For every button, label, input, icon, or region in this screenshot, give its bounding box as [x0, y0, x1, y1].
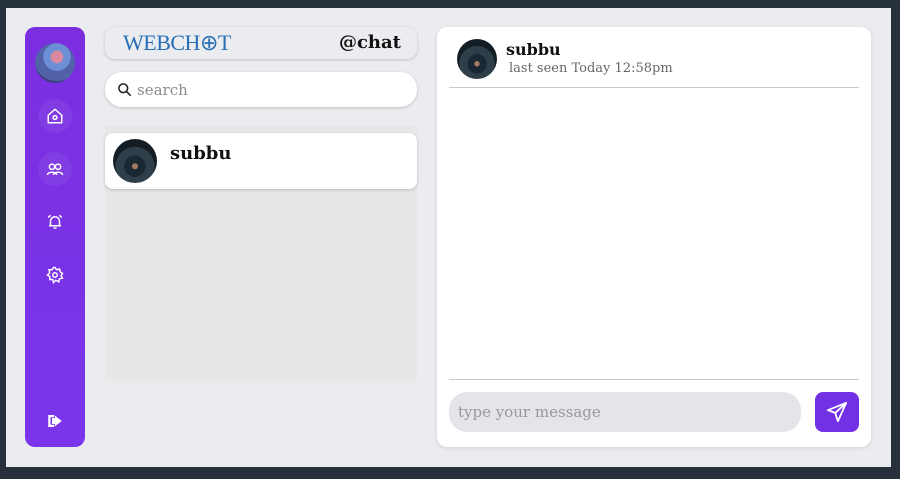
app-window: WEBCH⊕T @chat subbu subbu last seen Toda… [6, 8, 891, 467]
last-seen-status: last seen Today 12:58pm [509, 61, 673, 76]
sidebar [25, 27, 85, 447]
contact-list: subbu [105, 126, 417, 381]
list-item[interactable]: subbu [105, 133, 417, 189]
sidebar-item-alarm[interactable] [38, 205, 72, 239]
brand-handle: @chat [338, 32, 401, 53]
send-button[interactable] [815, 392, 859, 432]
sidebar-item-users[interactable] [38, 152, 72, 186]
home-icon [47, 108, 63, 124]
avatar [457, 39, 497, 79]
chat-panel: subbu last seen Today 12:58pm [437, 27, 871, 447]
footer-divider [449, 379, 859, 380]
message-input[interactable] [449, 392, 801, 432]
gear-icon [46, 266, 64, 284]
logout-button[interactable] [38, 404, 72, 438]
sidebar-item-home[interactable] [38, 99, 72, 133]
message-area [449, 88, 859, 379]
avatar [113, 139, 157, 183]
profile-avatar[interactable] [35, 43, 75, 83]
contact-name: subbu [170, 143, 232, 164]
search-input[interactable] [137, 72, 397, 107]
brand-bar: WEBCH⊕T @chat [105, 27, 417, 59]
brand-logo: WEBCH⊕T [123, 30, 231, 55]
users-icon [46, 163, 64, 176]
alarm-bell-icon [47, 214, 63, 229]
send-icon [826, 401, 848, 423]
logout-icon [48, 415, 62, 427]
chat-contact-name: subbu [506, 40, 561, 59]
search-box [105, 72, 417, 107]
search-icon [118, 83, 132, 97]
sidebar-item-settings[interactable] [38, 258, 72, 292]
